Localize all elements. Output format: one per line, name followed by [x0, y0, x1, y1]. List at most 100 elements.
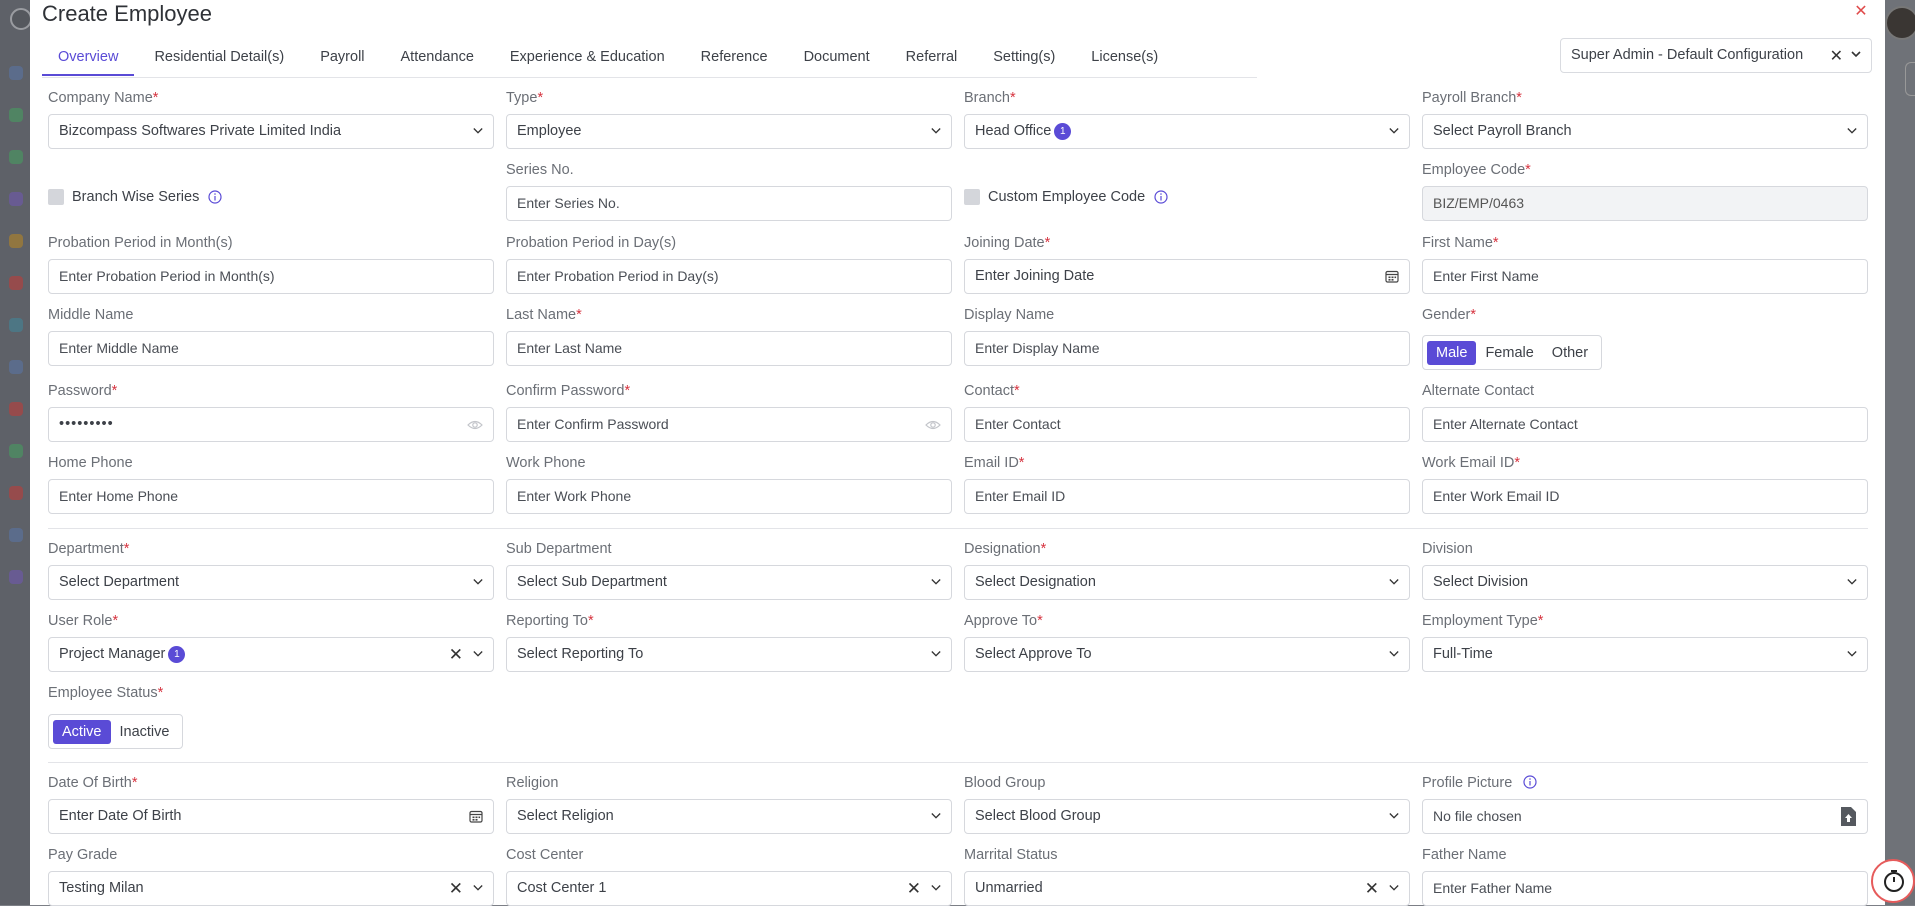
employment-type-select[interactable]: Full-Time	[1422, 637, 1868, 672]
info-icon[interactable]	[1523, 775, 1537, 789]
religion-select[interactable]: Select Religion	[506, 799, 952, 834]
info-icon[interactable]	[1154, 190, 1168, 204]
configuration-select[interactable]: Super Admin - Default Configuration ✕	[1560, 38, 1872, 73]
blood-group-select[interactable]: Select Blood Group	[964, 799, 1410, 834]
chevron-down-icon[interactable]	[1389, 811, 1399, 821]
calendar-icon[interactable]	[1385, 269, 1399, 283]
probation-days-label: Probation Period in Day(s)	[506, 235, 677, 251]
sub-department-select[interactable]: Select Sub Department	[506, 565, 952, 600]
clear-icon[interactable]: ✕	[449, 872, 463, 905]
tab-licenses[interactable]: License(s)	[1091, 46, 1158, 76]
tab-residential-details[interactable]: Residential Detail(s)	[154, 46, 284, 76]
info-icon[interactable]	[208, 190, 222, 204]
custom-employee-code-checkbox[interactable]	[964, 189, 980, 205]
branch-wise-series-checkbox-row[interactable]: Branch Wise Series	[48, 189, 222, 205]
upload-file-icon[interactable]	[1840, 806, 1857, 827]
division-select[interactable]: Select Division	[1422, 565, 1868, 600]
probation-days-input[interactable]: Enter Probation Period in Day(s)	[506, 259, 952, 294]
gender-female-option[interactable]: Female	[1476, 341, 1542, 365]
field-label: User Role*	[48, 613, 119, 629]
field-label: Password*	[48, 383, 118, 399]
gender-other-option[interactable]: Other	[1543, 341, 1597, 365]
chevron-down-icon[interactable]	[473, 883, 483, 893]
gender-male-option[interactable]: Male	[1427, 340, 1477, 365]
tab-referral[interactable]: Referral	[906, 46, 958, 76]
confirm-password-input[interactable]: Enter Confirm Password	[506, 407, 952, 442]
tab-attendance[interactable]: Attendance	[401, 46, 474, 76]
joining-date-input[interactable]: Enter Joining Date	[964, 259, 1410, 294]
chevron-down-icon[interactable]	[1847, 577, 1857, 587]
branch-wise-series-checkbox[interactable]	[48, 189, 64, 205]
eye-icon[interactable]	[467, 419, 483, 431]
approve-to-select[interactable]: Select Approve To	[964, 637, 1410, 672]
chevron-down-icon[interactable]	[931, 577, 941, 587]
eye-icon[interactable]	[925, 419, 941, 431]
chevron-down-icon[interactable]	[473, 577, 483, 587]
tab-document[interactable]: Document	[804, 46, 870, 76]
chevron-down-icon[interactable]	[931, 649, 941, 659]
branch-count-badge: 1	[1054, 123, 1072, 140]
display-name-input[interactable]: Enter Display Name	[964, 331, 1410, 366]
avatar[interactable]	[1885, 6, 1915, 40]
reporting-to-select[interactable]: Select Reporting To	[506, 637, 952, 672]
series-no-input[interactable]: Enter Series No.	[506, 186, 952, 221]
chevron-down-icon[interactable]	[1389, 883, 1399, 893]
chevron-down-icon[interactable]	[473, 126, 483, 136]
stopwatch-icon[interactable]	[1882, 869, 1906, 893]
work-phone-input[interactable]: Enter Work Phone	[506, 479, 952, 514]
tab-overview[interactable]: Overview	[42, 46, 135, 76]
clear-icon[interactable]: ✕	[1830, 46, 1843, 66]
probation-months-input[interactable]: Enter Probation Period in Month(s)	[48, 259, 494, 294]
chevron-down-icon[interactable]	[473, 649, 483, 659]
marital-status-select[interactable]: Unmarried ✕	[964, 871, 1410, 906]
type-select[interactable]: Employee	[506, 114, 952, 149]
home-phone-input[interactable]: Enter Home Phone	[48, 479, 494, 514]
clear-icon[interactable]: ✕	[907, 872, 921, 905]
chevron-down-icon[interactable]	[1847, 126, 1857, 136]
pay-grade-select[interactable]: Testing Milan ✕	[48, 871, 494, 906]
contact-input[interactable]: Enter Contact	[964, 407, 1410, 442]
clear-icon[interactable]: ✕	[449, 638, 463, 671]
tab-settings[interactable]: Setting(s)	[993, 46, 1055, 76]
last-name-input[interactable]: Enter Last Name	[506, 331, 952, 366]
calendar-icon[interactable]	[469, 809, 483, 823]
tab-reference[interactable]: Reference	[701, 46, 768, 76]
chevron-down-icon[interactable]	[1389, 126, 1399, 136]
probation-days-placeholder: Enter Probation Period in Day(s)	[517, 268, 719, 284]
designation-select[interactable]: Select Designation	[964, 565, 1410, 600]
status-inactive-option[interactable]: Inactive	[111, 720, 179, 744]
tab-experience-education[interactable]: Experience & Education	[510, 46, 665, 76]
chevron-down-icon[interactable]	[1389, 577, 1399, 587]
status-active-option[interactable]: Active	[53, 719, 111, 744]
middle-name-input[interactable]: Enter Middle Name	[48, 331, 494, 366]
cost-center-select[interactable]: Cost Center 1 ✕	[506, 871, 952, 906]
chevron-down-icon[interactable]	[1850, 48, 1862, 60]
field-label: Employee Code*	[1422, 162, 1531, 178]
chevron-down-icon[interactable]	[931, 126, 941, 136]
email-id-input[interactable]: Enter Email ID	[964, 479, 1410, 514]
work-email-id-input[interactable]: Enter Work Email ID	[1422, 479, 1868, 514]
chevron-down-icon[interactable]	[931, 811, 941, 821]
password-input[interactable]: •••••••••	[48, 407, 494, 442]
profile-picture-file-input[interactable]: No file chosen	[1422, 799, 1868, 834]
first-name-input[interactable]: Enter First Name	[1422, 259, 1868, 294]
tab-payroll[interactable]: Payroll	[320, 46, 364, 76]
payroll-branch-select[interactable]: Select Payroll Branch	[1422, 114, 1868, 149]
date-of-birth-input[interactable]: Enter Date Of Birth	[48, 799, 494, 834]
department-select[interactable]: Select Department	[48, 565, 494, 600]
chevron-down-icon[interactable]	[1847, 649, 1857, 659]
company-name-select[interactable]: Bizcompass Softwares Private Limited Ind…	[48, 114, 494, 149]
close-icon[interactable]: ✕	[1854, 3, 1867, 20]
chevron-down-icon[interactable]	[1389, 649, 1399, 659]
user-role-select[interactable]: Project Manager 1 ✕	[48, 637, 494, 672]
last-name-label: Last Name	[506, 307, 577, 323]
joining-date-label: Joining Date	[964, 235, 1045, 251]
father-name-input[interactable]: Enter Father Name	[1422, 871, 1868, 906]
close-button[interactable]: ✕	[1851, 2, 1871, 22]
custom-employee-code-checkbox-row[interactable]: Custom Employee Code	[964, 189, 1168, 205]
chevron-down-icon[interactable]	[931, 883, 941, 893]
clear-icon[interactable]: ✕	[1365, 872, 1379, 905]
timer-button[interactable]	[1871, 859, 1915, 903]
branch-select[interactable]: Head Office 1	[964, 114, 1410, 149]
alternate-contact-input[interactable]: Enter Alternate Contact	[1422, 407, 1868, 442]
